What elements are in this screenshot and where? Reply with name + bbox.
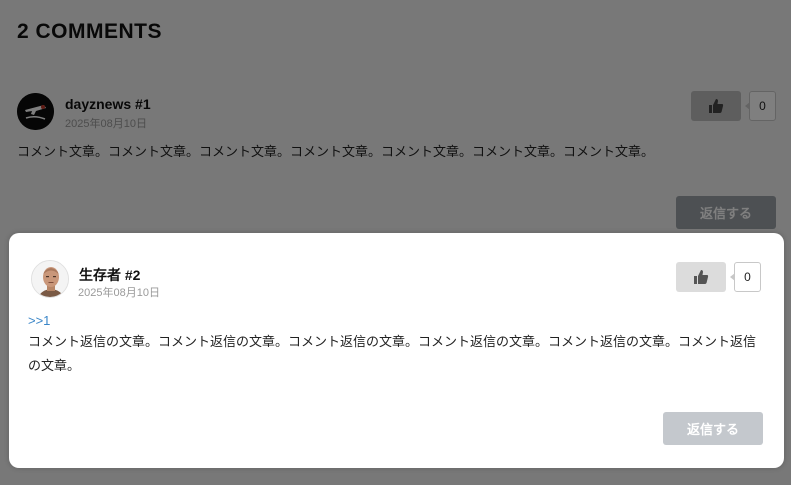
avatar-logo-icon [17, 93, 54, 130]
avatar-person-icon [32, 261, 68, 297]
avatar[interactable] [31, 260, 69, 298]
like-count: 0 [730, 262, 761, 292]
like-count: 0 [745, 91, 776, 121]
comment-author[interactable]: 生存者 #2 [79, 265, 140, 285]
like-button[interactable] [691, 91, 741, 121]
comment-author[interactable]: dayznews #1 [65, 96, 151, 112]
comment-text: コメント文章。コメント文章。コメント文章。コメント文章。コメント文章。コメント文… [17, 144, 655, 159]
like-button[interactable] [676, 262, 726, 292]
comment-1: dayznews #1 2025年08月10日 0 コメント文章。コメント文章。… [0, 0, 791, 240]
comment-date: 2025年08月10日 [65, 118, 147, 130]
comment-text: コメント返信の文章。コメント返信の文章。コメント返信の文章。コメント返信の文章。… [28, 334, 757, 373]
reply-button[interactable]: 返信する [676, 196, 776, 229]
avatar[interactable] [17, 93, 54, 130]
quote-reference-link[interactable]: >>1 [28, 313, 50, 328]
comment-date: 2025年08月10日 [78, 287, 160, 299]
thumbs-up-icon [709, 99, 724, 113]
reply-button[interactable]: 返信する [663, 412, 763, 445]
comment-2-card: 生存者 #2 2025年08月10日 0 >>1 コメント返信の文章。コメント返… [9, 233, 784, 468]
comments-page: 2 COMMENTS dayznews #1 2025年08月10日 0 コメン… [0, 0, 791, 485]
thumbs-up-icon [694, 270, 709, 284]
